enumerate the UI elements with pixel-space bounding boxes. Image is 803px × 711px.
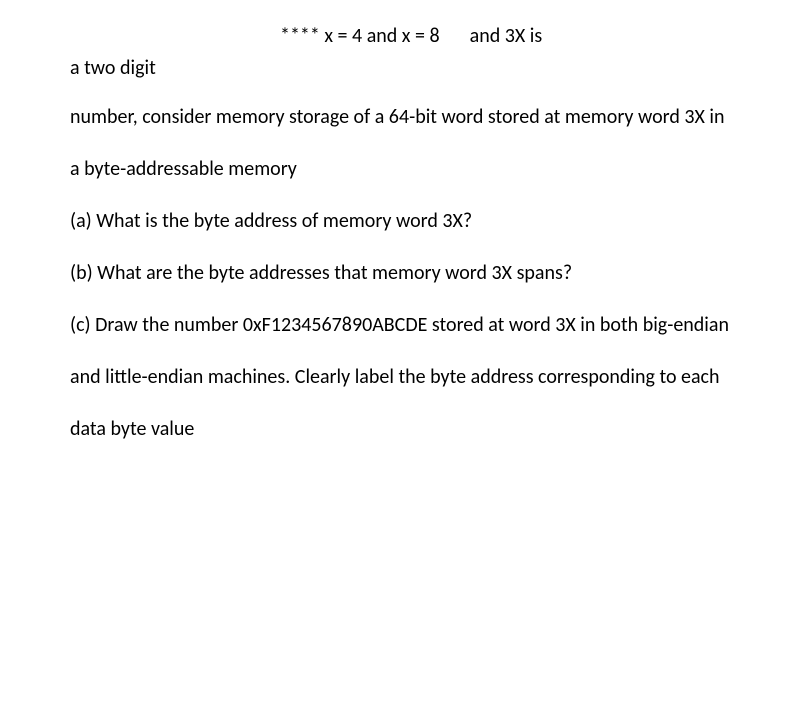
- question-c: (c) Draw the number 0xF1234567890ABCDE s…: [70, 310, 733, 340]
- question-a: (a) What is the byte address of memory w…: [70, 206, 733, 236]
- paragraph: and little-endian machines. Clearly labe…: [70, 362, 733, 392]
- paragraph: a byte-addressable memory: [70, 154, 733, 184]
- question-b: (b) What are the byte addresses that mem…: [70, 258, 733, 288]
- paragraph: number, consider memory storage of a 64-…: [70, 102, 733, 132]
- document-body: **** x = 4 and x = 8 and 3X is a two digi…: [0, 0, 803, 444]
- header-fragment-1: **** x = 4 and x = 8: [70, 24, 440, 48]
- paragraph: data byte value: [70, 414, 733, 444]
- header-fragment-2: and 3X is: [470, 24, 543, 48]
- text-line: a two digit: [70, 56, 733, 80]
- header-line: **** x = 4 and x = 8 and 3X is: [70, 24, 733, 48]
